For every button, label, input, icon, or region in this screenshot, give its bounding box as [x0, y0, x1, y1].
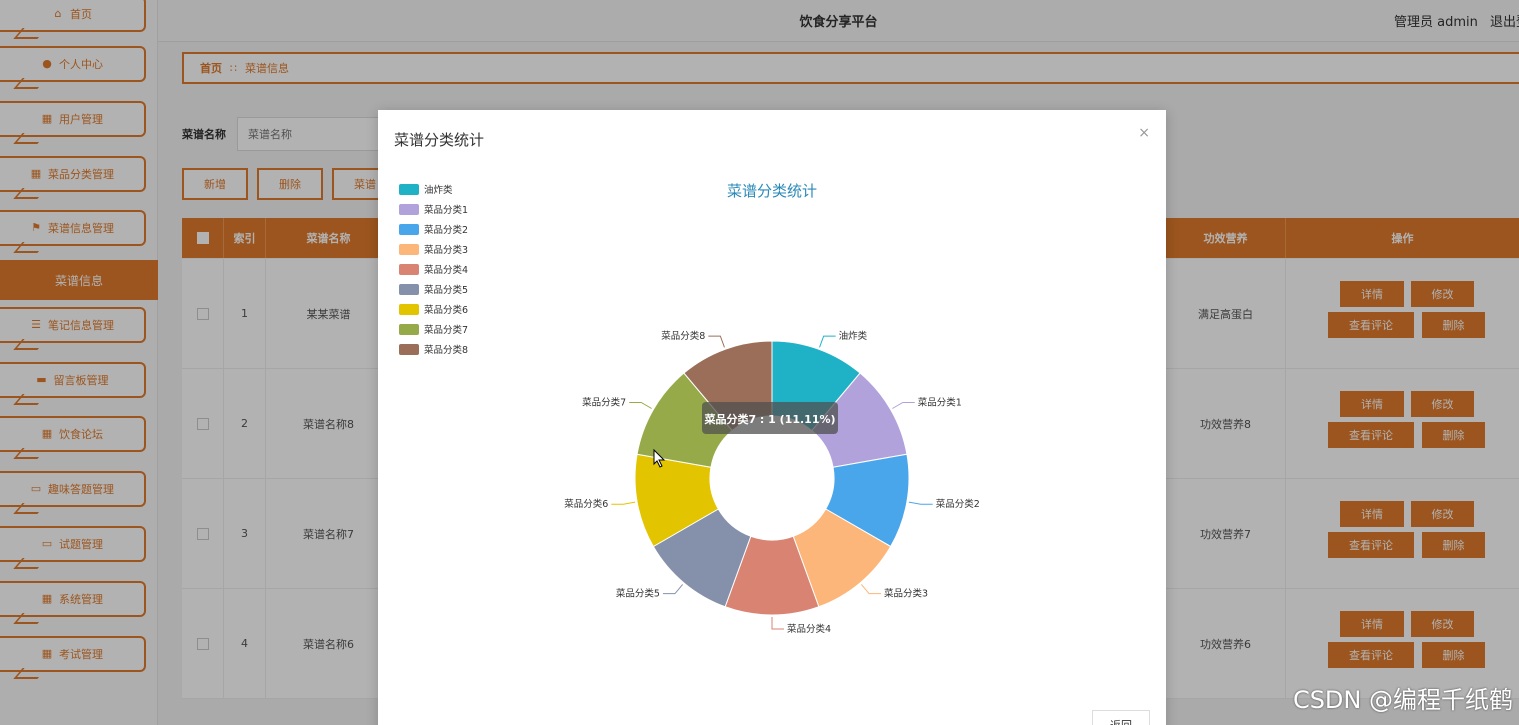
legend-swatch[interactable]: [399, 224, 419, 235]
legend-label[interactable]: 菜品分类8: [424, 344, 468, 356]
pie-chart: 菜谱分类统计油炸类菜品分类1菜品分类2菜品分类3菜品分类4菜品分类5菜品分类6菜…: [399, 182, 980, 635]
stats-modal: 菜谱分类统计 × 菜谱分类统计 油炸类 菜品分类1 菜品分类2 菜品分类3 菜品分类4 菜品…: [378, 110, 1166, 725]
legend-swatch[interactable]: [399, 344, 419, 355]
legend-label[interactable]: 菜品分类4: [424, 264, 468, 276]
slice-label: 菜品分类6: [564, 498, 608, 510]
legend-swatch[interactable]: [399, 304, 419, 315]
legend-swatch[interactable]: [399, 284, 419, 295]
slice-label: 菜品分类8: [661, 330, 705, 342]
slice-label: 菜品分类5: [616, 588, 660, 600]
legend-label[interactable]: 菜品分类2: [424, 224, 468, 236]
legend-label[interactable]: 油炸类: [424, 184, 453, 196]
slice-label-line: [611, 501, 636, 505]
legend-label[interactable]: 菜品分类7: [424, 324, 468, 336]
slice-label-line: [819, 335, 836, 348]
legend-swatch[interactable]: [399, 324, 419, 335]
slice-label-line: [662, 584, 684, 595]
legend-swatch[interactable]: [399, 264, 419, 275]
slice-label-line: [771, 617, 784, 630]
slice-label-line: [908, 501, 933, 505]
return-button[interactable]: 返回: [1092, 710, 1150, 725]
slice-label: 菜品分类7: [582, 397, 626, 409]
slice-label: 菜品分类3: [884, 588, 928, 600]
slice-label-line: [708, 335, 725, 348]
slice-label: 油炸类: [839, 330, 868, 342]
legend-swatch[interactable]: [399, 204, 419, 215]
legend-swatch[interactable]: [399, 184, 419, 195]
slice-label-line: [629, 402, 652, 409]
legend-label[interactable]: 菜品分类5: [424, 284, 468, 296]
slice-label-line: [892, 402, 915, 409]
legend-label[interactable]: 菜品分类3: [424, 244, 468, 256]
slice-label: 菜品分类2: [936, 498, 980, 510]
legend-label[interactable]: 菜品分类6: [424, 304, 468, 316]
watermark: CSDN @编程千纸鹤: [1292, 686, 1513, 714]
legend-label[interactable]: 菜品分类1: [424, 204, 468, 216]
slice-label-line: [860, 584, 882, 595]
chart-tooltip-text: 菜品分类7 : 1 (11.11%): [703, 412, 835, 426]
slice-label: 菜品分类4: [787, 623, 831, 635]
slice-label: 菜品分类1: [918, 397, 962, 409]
legend-swatch[interactable]: [399, 244, 419, 255]
chart-title: 菜谱分类统计: [727, 182, 817, 200]
